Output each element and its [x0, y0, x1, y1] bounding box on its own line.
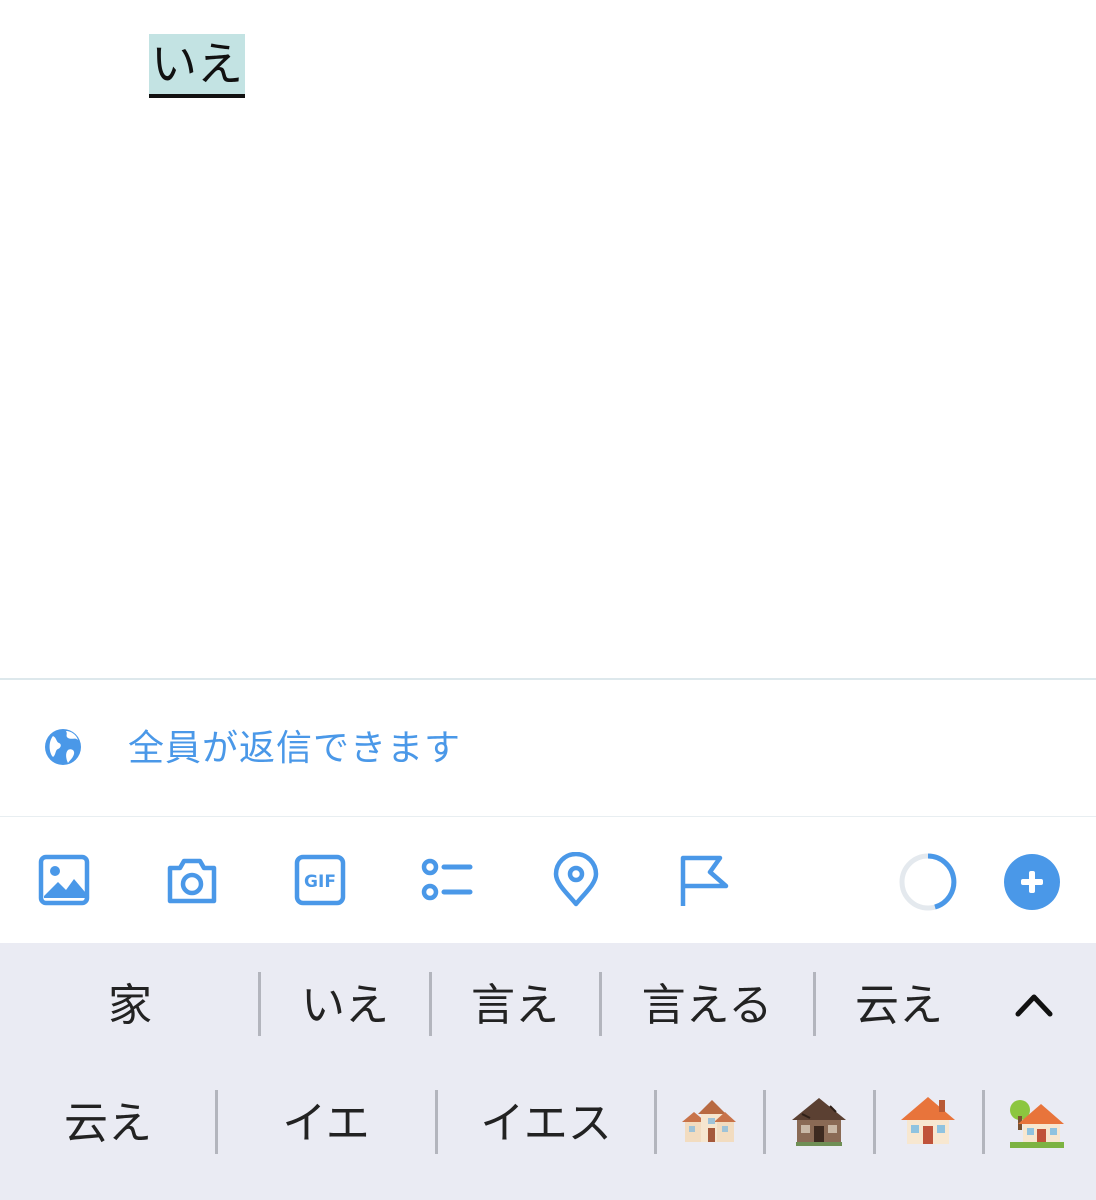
candidate-word[interactable]: 家: [40, 966, 220, 1046]
house-emoji[interactable]: [899, 1092, 957, 1150]
gif-icon[interactable]: GIF: [292, 852, 348, 908]
candidate-word[interactable]: 云え: [824, 966, 974, 1046]
globe-icon: [45, 729, 81, 765]
candidate-separator: [215, 1090, 218, 1154]
character-counter-ring: [899, 853, 957, 911]
compose-area[interactable]: いえ: [0, 0, 1096, 678]
candidate-separator: [258, 972, 261, 1036]
candidate-word[interactable]: 言える: [612, 966, 802, 1046]
candidate-separator: [429, 972, 432, 1036]
candidate-separator: [599, 972, 602, 1036]
candidate-word[interactable]: イエ: [226, 1084, 426, 1164]
candidate-separator: [813, 972, 816, 1036]
reply-setting-label[interactable]: 全員が返信できます: [128, 726, 461, 772]
candidate-separator: [873, 1090, 876, 1154]
composing-text[interactable]: いえ: [149, 34, 245, 98]
derelict-house-emoji[interactable]: [790, 1092, 848, 1150]
house-with-garden-emoji[interactable]: [1008, 1092, 1066, 1150]
candidate-word[interactable]: 言え: [440, 966, 590, 1046]
candidate-word[interactable]: 云え: [18, 1084, 198, 1164]
image-icon[interactable]: [36, 852, 92, 908]
candidate-separator: [982, 1090, 985, 1154]
location-icon[interactable]: [548, 851, 604, 908]
camera-icon[interactable]: [164, 852, 220, 908]
svg-text:GIF: GIF: [304, 872, 336, 892]
candidate-separator: [654, 1090, 657, 1154]
chevron-up-icon[interactable]: [1012, 984, 1056, 1024]
add-thread-button[interactable]: [1004, 854, 1060, 910]
flag-icon[interactable]: [676, 852, 732, 908]
candidate-separator: [435, 1090, 438, 1154]
houses-emoji[interactable]: [680, 1092, 738, 1150]
poll-icon[interactable]: [418, 852, 474, 908]
candidate-word[interactable]: イエス: [446, 1084, 646, 1164]
candidate-separator: [763, 1090, 766, 1154]
candidate-word[interactable]: いえ: [270, 966, 420, 1046]
